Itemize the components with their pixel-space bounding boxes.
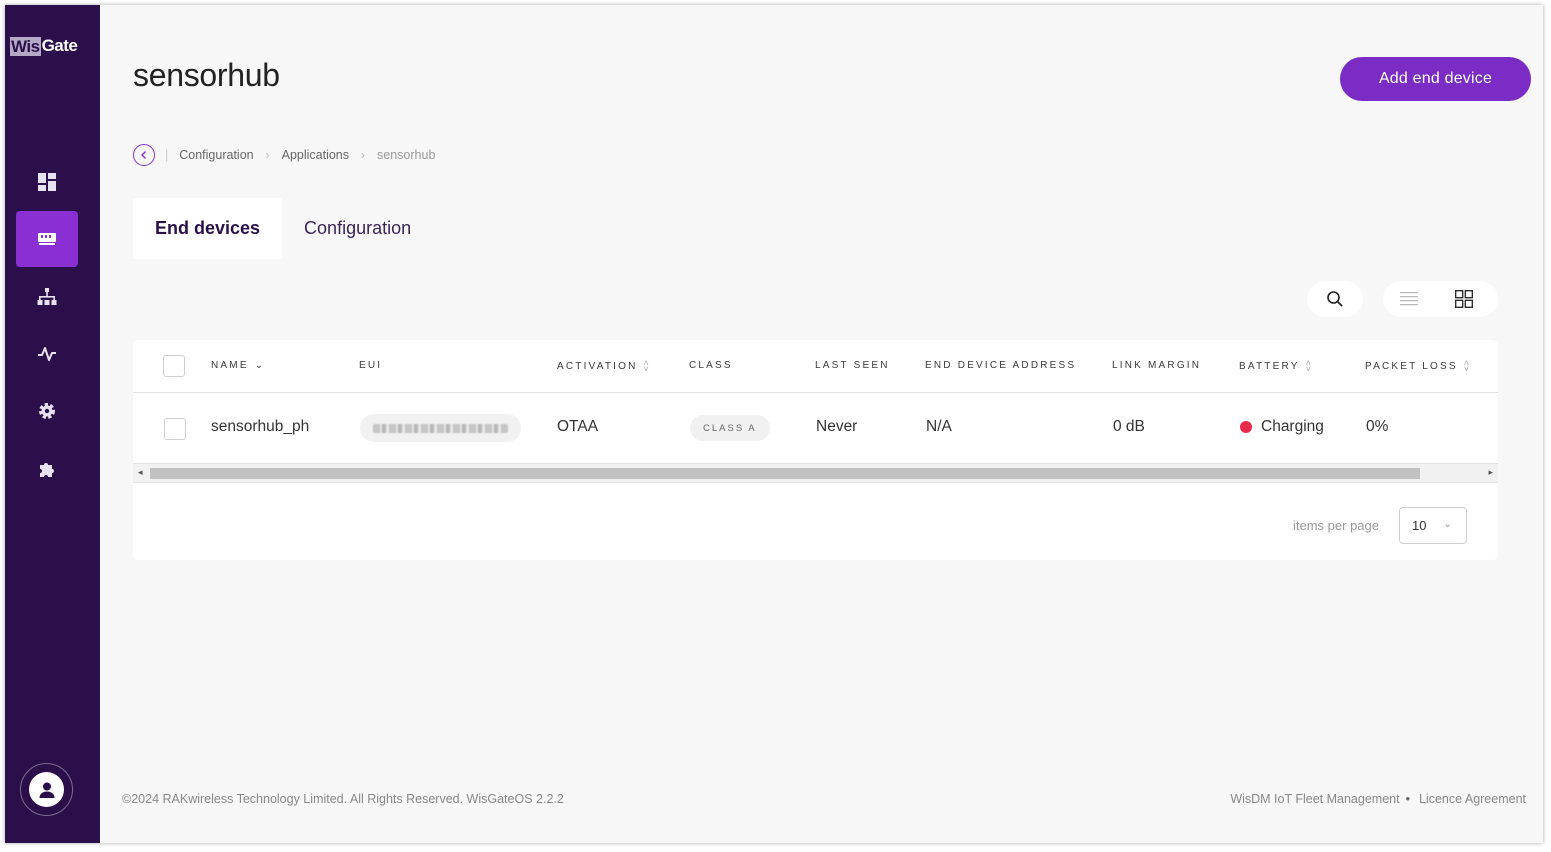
page-title: sensorhub [133, 57, 280, 93]
view-toggle [1383, 281, 1498, 317]
device-packet-loss: 0% [1366, 418, 1389, 435]
device-address: N/A [926, 418, 952, 435]
footer-bullet: • [1405, 792, 1410, 806]
avatar [29, 772, 64, 807]
column-battery[interactable]: BATTERY ˄ ˅ [1239, 358, 1311, 374]
device-eui-redacted [360, 414, 521, 442]
column-class: CLASS [689, 360, 733, 371]
user-icon [39, 782, 54, 798]
dashboard-icon [38, 173, 56, 191]
row-checkbox[interactable] [164, 418, 186, 440]
sidebar-item-gateway[interactable] [16, 211, 78, 267]
wisgate-logo: Wis Gate [10, 36, 78, 56]
breadcrumb: | Configuration › Applications › sensorh… [133, 144, 435, 166]
user-menu-button[interactable] [20, 763, 73, 816]
gear-icon [39, 403, 55, 419]
scroll-left-arrow-icon[interactable]: ◂ [138, 467, 143, 478]
logo-part-wis: Wis [10, 36, 41, 56]
chevron-down-icon: ⌄ [1443, 519, 1452, 530]
chevron-left-icon [141, 151, 146, 159]
search-icon [1327, 291, 1343, 307]
breadcrumb-item-configuration[interactable]: Configuration [179, 148, 253, 162]
breadcrumb-current: sensorhub [377, 148, 436, 162]
footer-link-wisdm[interactable]: WisDM IoT Fleet Management [1230, 792, 1399, 806]
device-activation: OTAA [557, 418, 599, 435]
breadcrumb-divider: | [165, 148, 169, 162]
search-button[interactable] [1307, 281, 1363, 317]
chevron-right-icon: › [361, 148, 366, 162]
sidebar-item-extensions[interactable] [16, 441, 78, 497]
logo-part-gate: Gate [41, 36, 78, 55]
column-packet-loss-label: PACKET LOSS [1365, 360, 1458, 372]
tab-end-devices[interactable]: End devices [133, 198, 283, 259]
sidebar-item-network[interactable] [16, 269, 78, 325]
footer-links: WisDM IoT Fleet Management • Licence Agr… [1230, 792, 1526, 806]
sort-icon: ˄ ˅ [1463, 358, 1470, 374]
sort-icon: ˄ ˅ [643, 358, 649, 374]
horizontal-scrollbar[interactable]: ◂ ▸ [133, 463, 1498, 483]
chevron-down-icon: ⌄ [254, 360, 264, 371]
column-name-label: NAME [211, 360, 249, 371]
devices-card: NAME ⌄ EUI ACTIVATION ˄ ˅ CLASS LAST SEEN E… [133, 340, 1498, 560]
grid-view-icon [1455, 290, 1473, 308]
tab-configuration[interactable]: Configuration [282, 198, 433, 259]
column-battery-label: BATTERY [1239, 360, 1300, 372]
activity-icon [38, 347, 56, 361]
footer-link-licence[interactable]: Licence Agreement [1419, 792, 1526, 806]
select-all-checkbox[interactable] [163, 355, 185, 377]
breadcrumb-item-applications[interactable]: Applications [282, 148, 349, 162]
sidebar: Wis Gate [5, 5, 100, 843]
scroll-right-arrow-icon[interactable]: ▸ [1488, 467, 1493, 478]
column-end-device-address: END DEVICE ADDRESS [925, 360, 1077, 371]
sidebar-item-activity[interactable] [16, 326, 78, 382]
gateway-icon [38, 233, 56, 245]
column-name[interactable]: NAME ⌄ [211, 360, 263, 371]
items-per-page-value: 10 [1412, 518, 1427, 533]
device-name[interactable]: sensorhub_ph [211, 418, 309, 436]
column-packet-loss[interactable]: PACKET LOSS ˄ ˅ [1365, 358, 1470, 374]
grid-view-button[interactable] [1435, 281, 1493, 317]
tab-bar: End devices Configuration [133, 198, 433, 259]
app-window: Wis Gate sensorhub Add end device | Conf… [5, 5, 1543, 843]
add-end-device-button[interactable]: Add end device [1340, 57, 1531, 101]
list-view-button[interactable] [1383, 281, 1435, 317]
column-eui: EUI [359, 360, 383, 371]
device-link-margin: 0 dB [1113, 418, 1145, 435]
column-activation[interactable]: ACTIVATION ˄ ˅ [557, 358, 649, 374]
redacted-eui [373, 423, 508, 433]
list-view-icon [1400, 292, 1418, 306]
chevron-right-icon: › [265, 148, 270, 162]
column-activation-label: ACTIVATION [557, 360, 638, 372]
column-last-seen: LAST SEEN [815, 360, 890, 371]
sort-icon: ˄ ˅ [1305, 358, 1311, 374]
table-header: NAME ⌄ EUI ACTIVATION ˄ ˅ CLASS LAST SEEN E… [133, 340, 1498, 393]
scrollbar-thumb[interactable] [150, 468, 1420, 479]
device-last-seen: Never [816, 418, 858, 435]
copyright-text: ©2024 RAKwireless Technology Limited. Al… [122, 792, 564, 806]
items-per-page-label: items per page [1293, 518, 1379, 533]
device-class-badge: CLASS A [690, 415, 770, 441]
network-icon [37, 288, 57, 305]
sidebar-item-settings[interactable] [16, 383, 78, 439]
table-row[interactable]: sensorhub_ph OTAA CLASS A Never N/A 0 dB… [133, 394, 1498, 462]
device-battery: Charging [1240, 418, 1324, 436]
items-per-page-select[interactable]: 10 ⌄ [1399, 507, 1467, 544]
battery-status-dot [1240, 421, 1252, 433]
back-button[interactable] [133, 144, 155, 166]
puzzle-icon [40, 463, 54, 477]
sidebar-item-dashboard[interactable] [16, 154, 78, 210]
column-link-margin: LINK MARGIN [1112, 360, 1202, 371]
device-battery-label: Charging [1261, 418, 1324, 435]
